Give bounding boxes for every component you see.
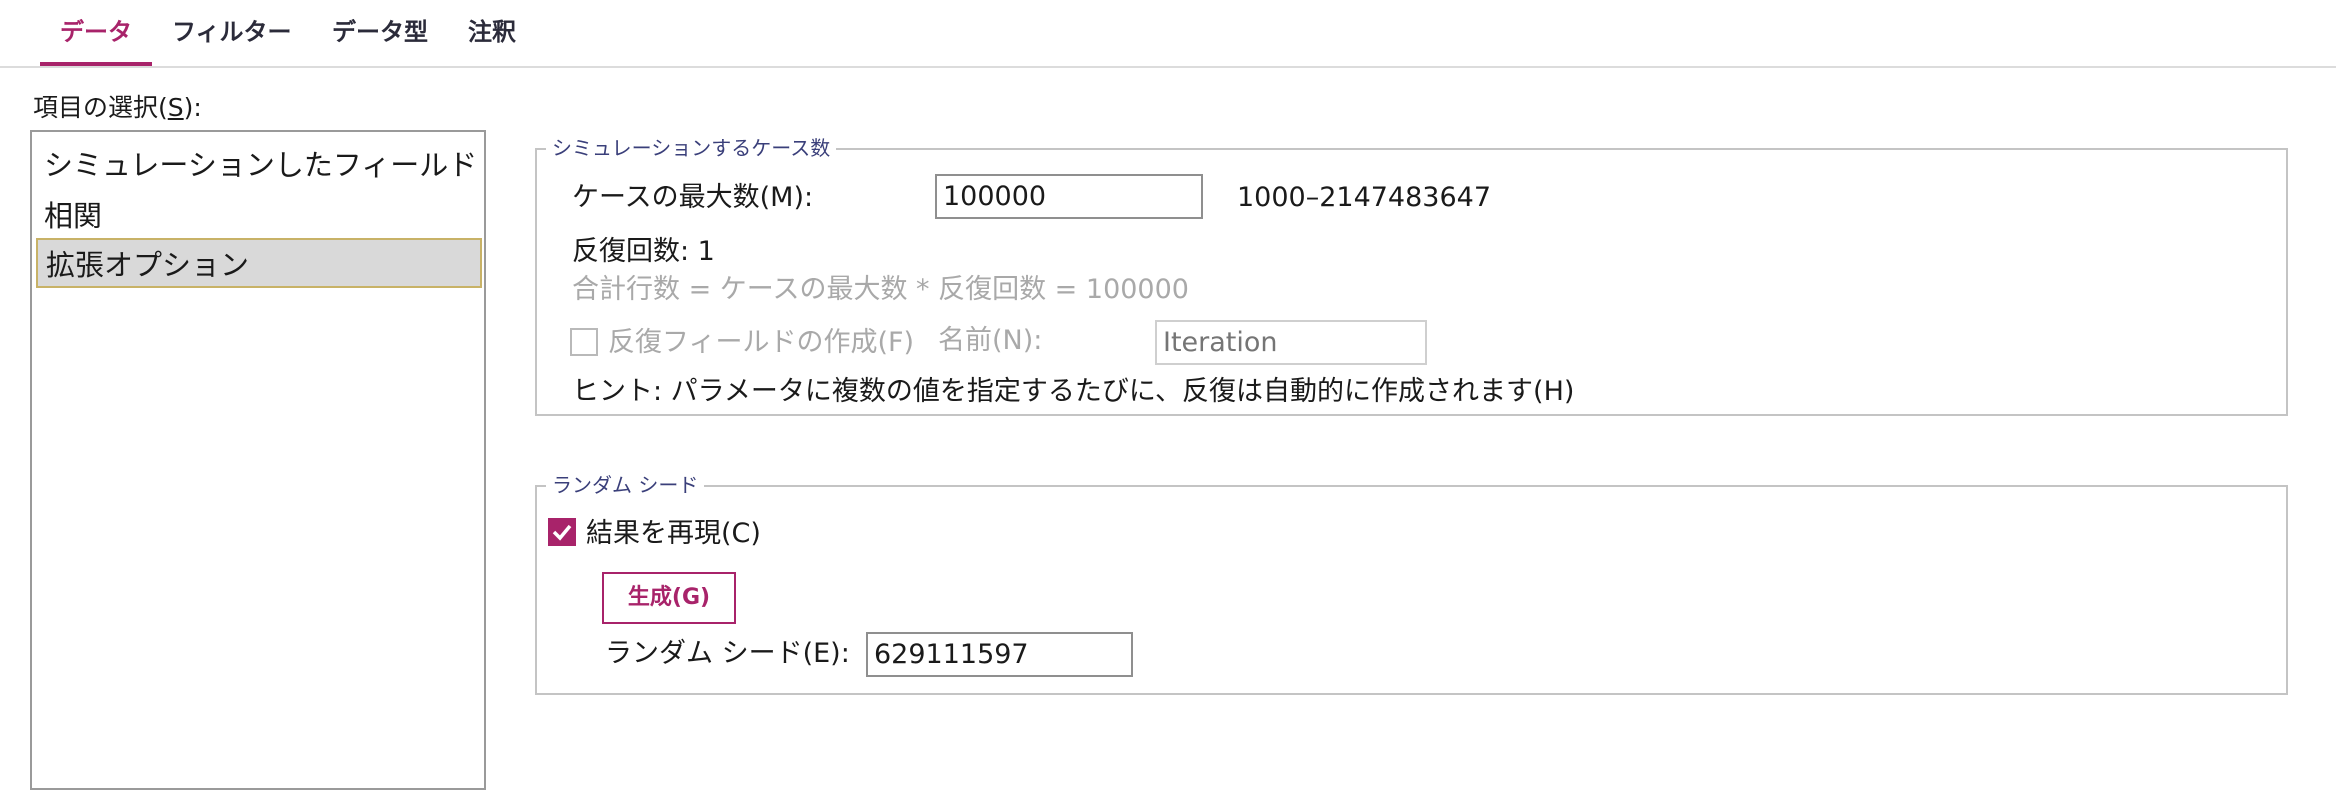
active-tab-indicator: [40, 62, 152, 66]
iteration-name-input[interactable]: [1155, 320, 1427, 365]
tab-annotation[interactable]: 注釈: [468, 12, 516, 52]
create-iteration-label: 反復フィールドの作成(F): [608, 327, 915, 358]
tab-filter[interactable]: フィルター: [172, 12, 292, 52]
tab-data-type[interactable]: データ型: [332, 12, 428, 52]
reproduce-results-checkbox[interactable]: [548, 518, 576, 546]
random-seed-label: ランダム シード(E):: [605, 638, 850, 669]
random-seed-input[interactable]: [866, 632, 1133, 677]
list-item-simulated-fields[interactable]: シミュレーションしたフィールド: [36, 140, 482, 190]
list-item-correlation[interactable]: 相関: [36, 191, 482, 241]
total-rows-text: 合計行数 = ケースの最大数 * 反復回数 = 100000: [572, 274, 1189, 305]
cases-group-legend: シミュレーションするケース数: [546, 136, 837, 160]
name-label: 名前(N):: [938, 325, 1043, 356]
create-iteration-checkbox[interactable]: [570, 328, 598, 356]
item-list[interactable]: シミュレーションしたフィールド 相関 拡張オプション: [30, 130, 486, 790]
tab-data[interactable]: データ: [60, 12, 132, 52]
generate-button[interactable]: 生成(G): [602, 572, 736, 624]
hint-text: ヒント: パラメータに複数の値を指定するたびに、反復は自動的に作成されます(H): [572, 376, 1575, 407]
list-item-advanced-options[interactable]: 拡張オプション: [36, 238, 482, 288]
max-cases-range: 1000–2147483647: [1237, 182, 1491, 213]
iterations-text: 反復回数: 1: [572, 236, 715, 267]
item-select-label: 項目の選択(S):: [33, 93, 202, 122]
max-cases-input[interactable]: [935, 174, 1203, 219]
seed-group-legend: ランダム シード: [546, 473, 705, 497]
reproduce-results-label: 結果を再現(C): [586, 518, 761, 549]
checkmark-icon: [552, 524, 572, 541]
max-cases-label: ケースの最大数(M):: [572, 182, 814, 213]
